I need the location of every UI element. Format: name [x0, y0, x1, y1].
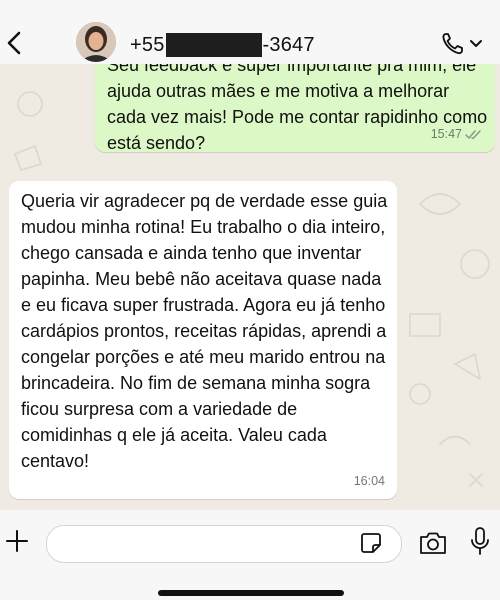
microphone-icon[interactable] [470, 526, 490, 556]
contact-avatar[interactable] [76, 22, 116, 62]
contact-number-prefix: +55 [130, 33, 165, 56]
chat-area[interactable]: Seu feedback é super importante pra mim,… [0, 64, 500, 510]
composer-bar [0, 510, 500, 600]
message-time: 16:04 [353, 474, 385, 488]
message-input[interactable] [46, 525, 402, 563]
sticker-icon[interactable] [360, 532, 382, 554]
contact-number-suffix: -3647 [262, 33, 315, 56]
outgoing-message[interactable]: Seu feedback é super importante pra mim,… [95, 64, 495, 153]
chat-header: +55 -3647 [0, 0, 500, 64]
phone-icon[interactable] [440, 31, 488, 57]
message-time: 15:47 [430, 127, 462, 141]
double-check-icon [465, 129, 481, 139]
camera-icon[interactable] [418, 530, 448, 556]
contact-name[interactable]: +55 -3647 [130, 31, 315, 59]
chevron-down-icon [470, 40, 482, 47]
message-meta: 15:47 [431, 121, 483, 147]
home-indicator [158, 590, 344, 596]
incoming-message[interactable]: Queria vir agradecer pq de verdade esse … [9, 181, 397, 499]
message-text: Queria vir agradecer pq de verdade esse … [21, 191, 388, 471]
avatar-photo [76, 22, 116, 62]
redaction-bar [165, 33, 262, 57]
plus-icon[interactable] [4, 528, 30, 554]
back-chevron-icon[interactable] [4, 30, 24, 56]
